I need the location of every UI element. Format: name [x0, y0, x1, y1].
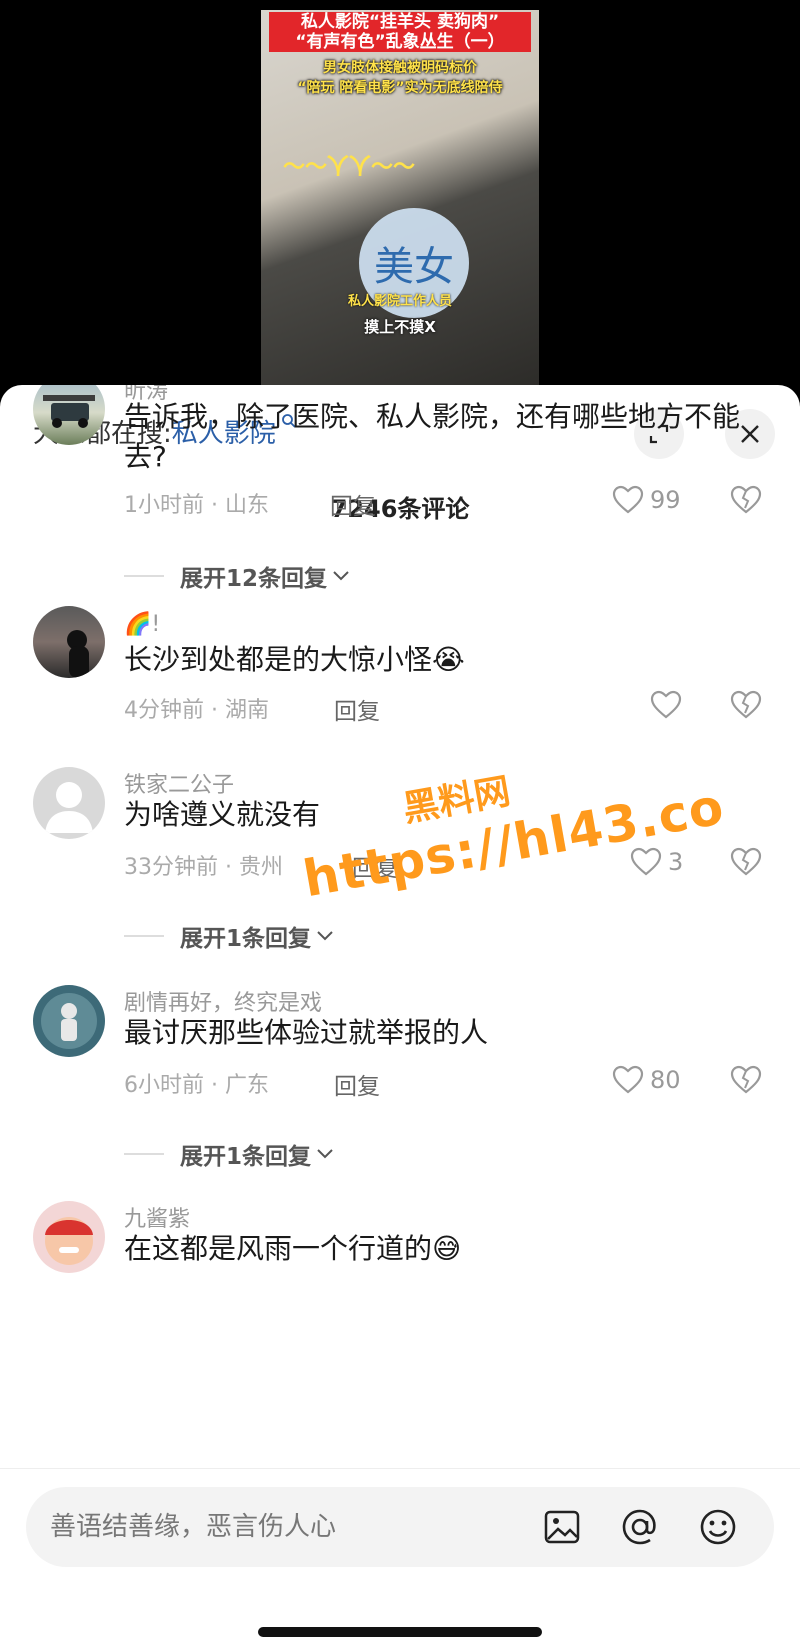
comment-text[interactable]: 长沙到处都是的大惊小怪😭	[124, 640, 764, 680]
expand-replies-button[interactable]: 展开1条回复	[124, 919, 335, 953]
broken-heart-icon	[730, 485, 762, 514]
heart-icon	[612, 1065, 644, 1094]
comment-input-bar	[0, 1468, 800, 1648]
broken-heart-icon	[730, 1065, 762, 1094]
like-button[interactable]: 99	[612, 485, 681, 515]
video-title-line2: “有声有色”乱象丛生（一）	[269, 32, 531, 52]
comment-input[interactable]	[50, 1505, 530, 1549]
circle-text: 美女	[374, 244, 454, 290]
avatar[interactable]	[33, 985, 105, 1057]
heart-icon	[612, 485, 644, 514]
at-icon[interactable]	[618, 1505, 662, 1549]
dislike-button[interactable]	[730, 690, 762, 724]
comment-username[interactable]: 🌈!	[124, 612, 160, 637]
comment-meta: 33分钟前 · 贵州	[124, 855, 283, 880]
avatar[interactable]	[33, 385, 105, 445]
comment-meta: 1小时前 · 山东	[124, 493, 269, 518]
comment-time: 1小时前	[124, 493, 204, 518]
comment-text[interactable]: 告诉我，除了医院、私人影院，还有哪些地方不能去?	[124, 397, 764, 477]
dislike-button[interactable]	[730, 485, 762, 519]
video-frame[interactable]: 私人影院“挂羊头 卖狗肉” “有声有色”乱象丛生（一） 男女肢体接触被明码标价 …	[261, 10, 539, 385]
video-subtitle-line2: “陪玩 陪看电影”实为无底线陪侍	[297, 80, 503, 96]
comment-text[interactable]: 为啥遵义就没有	[124, 795, 764, 835]
like-count: 3	[668, 848, 684, 876]
expand-replies-button[interactable]: 展开12条回复	[124, 559, 351, 593]
avatar[interactable]	[33, 767, 105, 839]
chevron-down-icon	[333, 571, 349, 581]
expand-replies-button[interactable]: 展开1条回复	[124, 1137, 335, 1171]
comment-time: 6小时前	[124, 1073, 204, 1098]
avatar[interactable]	[33, 1201, 105, 1273]
reply-button[interactable]: 回复	[334, 692, 380, 726]
image-icon[interactable]	[540, 1505, 584, 1549]
reply-button[interactable]: 回复	[352, 849, 398, 883]
heart-icon	[630, 847, 662, 876]
comment-location: 贵州	[238, 855, 283, 880]
expand-replies-label: 展开1条回复	[180, 1144, 312, 1170]
comment-time: 4分钟前	[124, 698, 204, 723]
divider	[124, 935, 164, 937]
comment-location: 广东	[224, 1073, 269, 1098]
video-subtitle-line1: 男女肢体接触被明码标价	[323, 60, 477, 76]
chevron-down-icon	[317, 931, 333, 941]
comment-text[interactable]: 在这都是风雨一个行道的😅	[124, 1229, 764, 1269]
broken-heart-icon	[730, 847, 762, 876]
comment-meta: 4分钟前 · 湖南	[124, 698, 269, 723]
like-button[interactable]: 80	[612, 1065, 681, 1095]
chevron-down-icon	[317, 1149, 333, 1159]
comment-input-container[interactable]	[26, 1487, 774, 1567]
home-indicator[interactable]	[258, 1627, 542, 1637]
reply-button[interactable]: 回复	[330, 487, 376, 521]
like-count: 99	[650, 486, 681, 514]
dislike-button[interactable]	[730, 1065, 762, 1099]
person-label: 私人影院工作人员	[347, 294, 452, 309]
emoji-icon[interactable]	[696, 1505, 740, 1549]
broken-heart-icon	[730, 690, 762, 719]
video-caption: 摸上不摸X	[364, 318, 436, 336]
comment-meta: 6小时前 · 广东	[124, 1073, 269, 1098]
like-button[interactable]	[650, 690, 688, 720]
comment-sheet: 大家都在搜:私人影院 7246条评论 昕涛 告诉我，除了医院、私人影院，还有哪些…	[0, 385, 800, 1648]
heart-icon	[650, 690, 682, 719]
comment-location: 山东	[224, 493, 269, 518]
like-count: 80	[650, 1066, 681, 1094]
video-overlay-marks: ～～人人～～	[283, 151, 416, 176]
comment-location: 湖南	[224, 698, 269, 723]
video-player[interactable]: 私人影院“挂羊头 卖狗肉” “有声有色”乱象丛生（一） 男女肢体接触被明码标价 …	[0, 0, 800, 385]
video-title-line1: 私人影院“挂羊头 卖狗肉”	[269, 12, 531, 32]
comment-text[interactable]: 最讨厌那些体验过就举报的人	[124, 1013, 764, 1053]
default-user-icon	[45, 782, 93, 833]
like-button[interactable]: 3	[630, 847, 683, 877]
avatar[interactable]	[33, 606, 105, 678]
comment-list[interactable]: 昕涛 告诉我，除了医院、私人影院，还有哪些地方不能去? 1小时前 · 山东 回复…	[0, 385, 800, 1307]
divider	[124, 1153, 164, 1155]
expand-replies-label: 展开1条回复	[180, 926, 312, 952]
dislike-button[interactable]	[730, 847, 762, 881]
expand-replies-label: 展开12条回复	[180, 566, 328, 592]
divider	[124, 575, 164, 577]
reply-button[interactable]: 回复	[334, 1067, 380, 1101]
comment-time: 33分钟前	[124, 855, 218, 880]
